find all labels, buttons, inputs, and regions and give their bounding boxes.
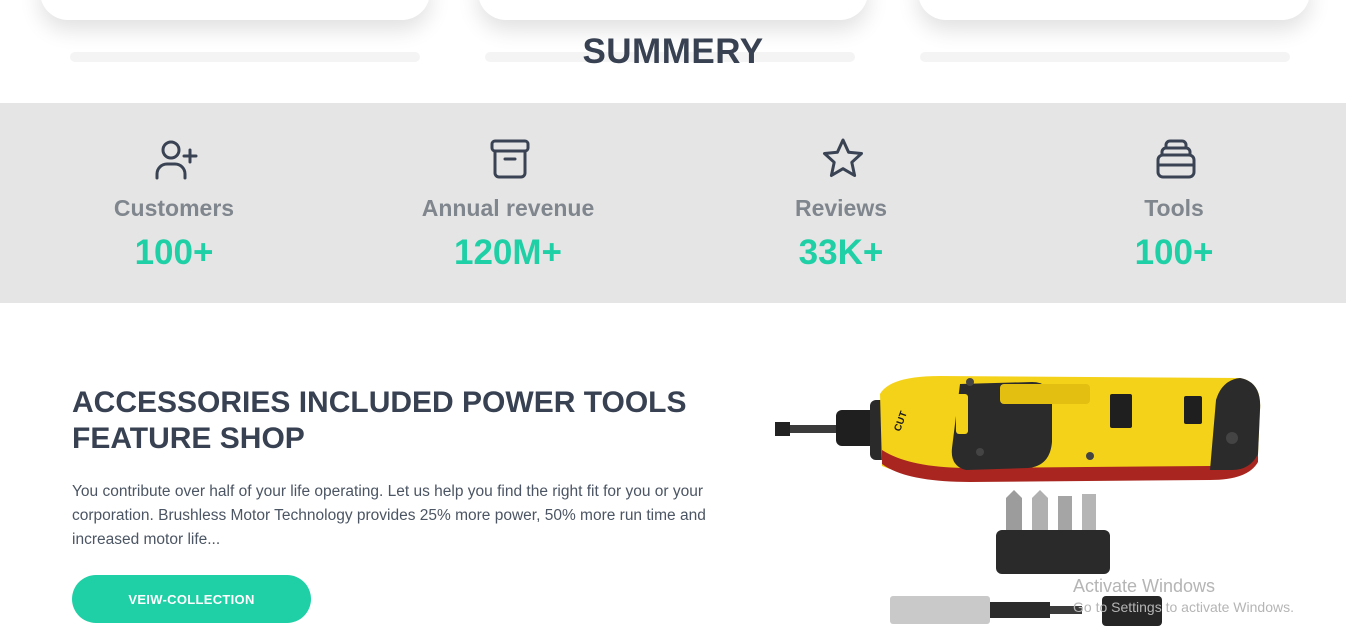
stat-label: Reviews (794, 195, 888, 221)
watermark-subtitle: Go to Settings to activate Windows. (1073, 599, 1294, 615)
stat-label: Tools (1144, 195, 1204, 221)
stat-tools: Tools 100+ (1024, 103, 1324, 303)
user-plus-icon (155, 140, 198, 180)
stat-value: 100+ (1134, 233, 1214, 272)
stat-value: 33K+ (798, 233, 884, 272)
stat-label: Annual revenue (421, 195, 595, 221)
summary-title: SUMMERY (582, 32, 764, 71)
feature-card-top (40, 0, 430, 20)
stack-icon (1156, 139, 1196, 179)
stat-annual-revenue: Annual revenue 120M+ (358, 103, 658, 303)
stat-reviews: Reviews 33K+ (691, 103, 991, 303)
stat-customers: Customers 100+ (24, 103, 324, 303)
view-collection-button[interactable]: VEIW-COLLECTION (72, 575, 311, 623)
stat-value: 120M+ (454, 233, 562, 272)
stat-label: Customers (113, 195, 235, 221)
feature-heading: ACCESSORIES INCLUDED POWER TOOLS FEATURE… (72, 386, 687, 455)
archive-box-icon (490, 139, 530, 179)
stat-value: 100+ (134, 233, 214, 272)
star-icon (823, 138, 863, 177)
stats-band: Customers 100+ Annual revenue 120M+ Revi… (0, 103, 1346, 303)
feature-card-top (918, 0, 1310, 20)
feature-description: You contribute over half of your life op… (72, 483, 706, 548)
activate-windows-watermark: Activate Windows Go to Settings to activ… (1073, 576, 1294, 615)
watermark-title: Activate Windows (1073, 576, 1216, 596)
feature-card-top (478, 0, 868, 20)
